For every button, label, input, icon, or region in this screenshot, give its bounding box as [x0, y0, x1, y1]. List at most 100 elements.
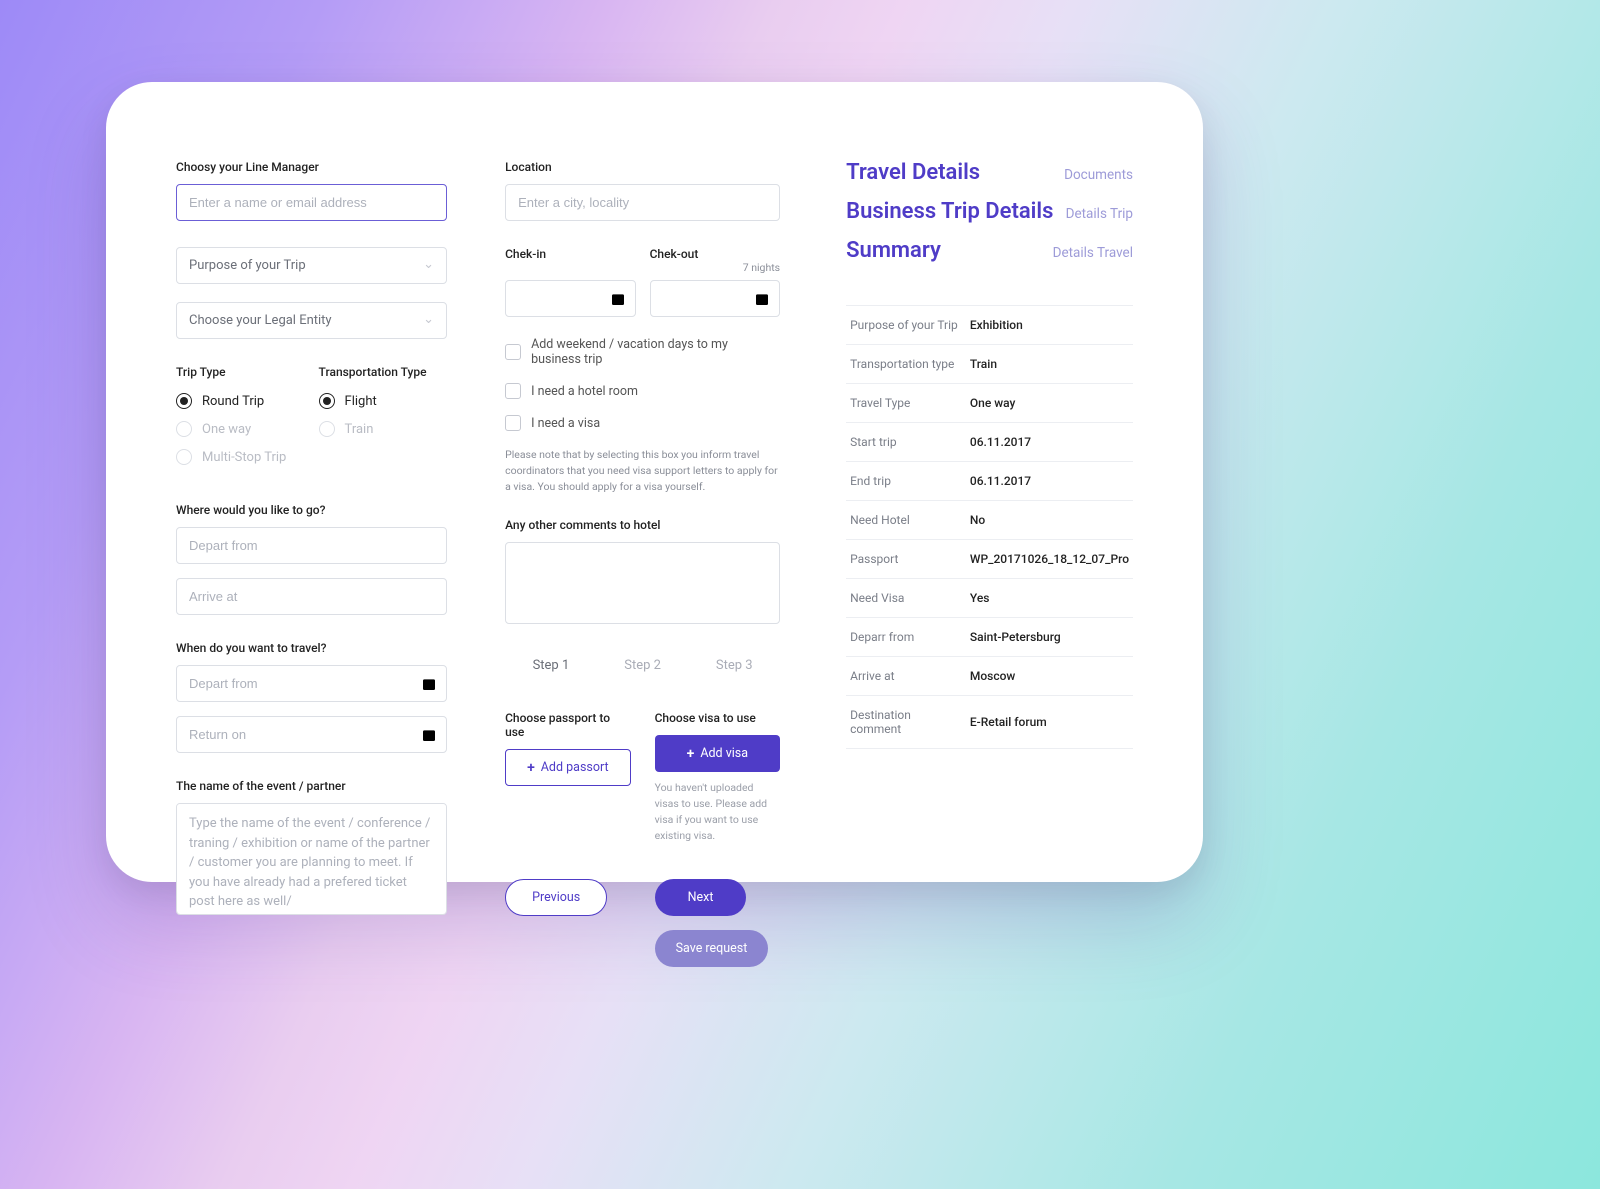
details-table: Purpose of your TripExhibitionTransporta…	[846, 305, 1133, 749]
return-date-input[interactable]	[176, 716, 447, 753]
details-value: Yes	[966, 579, 1133, 618]
nav-title-summary[interactable]: Summary	[846, 238, 941, 263]
legal-entity-select[interactable]: Choose your Legal Entity ⌄	[176, 302, 447, 339]
button-label: Previous	[532, 890, 580, 905]
details-key: Destination comment	[846, 696, 966, 749]
table-row: Start trip06.11.2017	[846, 423, 1133, 462]
column-summary: Travel Details Documents Business Trip D…	[846, 160, 1133, 834]
chevron-down-icon: ⌄	[423, 257, 434, 272]
checkin-label: Chek-in	[505, 247, 636, 261]
line-manager-input[interactable]	[176, 184, 447, 221]
purpose-select-value: Purpose of your Trip	[189, 258, 306, 273]
checkbox-visa[interactable]: I need a visa	[505, 415, 780, 431]
button-label: Add visa	[700, 746, 748, 761]
table-row: End trip06.11.2017	[846, 462, 1133, 501]
plus-icon: +	[687, 747, 695, 761]
nav-link-documents[interactable]: Documents	[1064, 167, 1133, 183]
button-label: Add passort	[541, 760, 609, 775]
details-key: Need Hotel	[846, 501, 966, 540]
step-1[interactable]: Step 1	[505, 658, 597, 683]
nights-text: 7 nights	[505, 261, 780, 274]
comments-textarea[interactable]	[505, 542, 780, 624]
nav-link-details-travel[interactable]: Details Travel	[1053, 245, 1133, 261]
checkbox-weekend[interactable]: Add weekend / vacation days to my busine…	[505, 337, 780, 367]
column-form-left: Choosy your Line Manager Purpose of your…	[176, 160, 447, 834]
details-key: Deparr from	[846, 618, 966, 657]
details-value: 06.11.2017	[966, 423, 1133, 462]
calendar-icon	[421, 727, 437, 743]
radio-multi-stop[interactable]: Multi-Stop Trip	[176, 449, 305, 465]
depart-date-input[interactable]	[176, 665, 447, 702]
event-label: The name of the event / partner	[176, 779, 447, 793]
checkout-label: Chek-out	[650, 247, 781, 261]
table-row: Travel TypeOne way	[846, 384, 1133, 423]
location-label: Location	[505, 160, 780, 174]
add-visa-button[interactable]: + Add visa	[655, 735, 781, 772]
details-value: Train	[966, 345, 1133, 384]
details-key: End trip	[846, 462, 966, 501]
details-value: WP_20171026_18_12_07_Pro	[966, 540, 1133, 579]
checkbox-box-icon	[505, 383, 521, 399]
radio-label: Multi-Stop Trip	[202, 450, 286, 465]
details-value: Saint-Petersburg	[966, 618, 1133, 657]
visa-note: Please note that by selecting this box y…	[505, 447, 780, 494]
button-label: Save request	[676, 941, 748, 956]
details-value: One way	[966, 384, 1133, 423]
button-label: Next	[688, 890, 714, 905]
table-row: Need VisaYes	[846, 579, 1133, 618]
save-request-button[interactable]: Save request	[655, 930, 769, 967]
table-row: PassportWP_20171026_18_12_07_Pro	[846, 540, 1133, 579]
depart-from-input[interactable]	[176, 527, 447, 564]
details-value: No	[966, 501, 1133, 540]
details-value: 06.11.2017	[966, 462, 1133, 501]
radio-round-trip[interactable]: Round Trip	[176, 393, 305, 409]
step-2[interactable]: Step 2	[597, 658, 689, 683]
step-3[interactable]: Step 3	[688, 658, 780, 683]
calendar-icon	[754, 291, 770, 307]
details-key: Arrive at	[846, 657, 966, 696]
details-key: Transportation type	[846, 345, 966, 384]
details-value: E-Retail forum	[966, 696, 1133, 749]
checkbox-label: I need a hotel room	[531, 384, 638, 399]
plus-icon: +	[527, 761, 535, 775]
chevron-down-icon: ⌄	[423, 312, 434, 327]
checkbox-hotel[interactable]: I need a hotel room	[505, 383, 780, 399]
details-value: Moscow	[966, 657, 1133, 696]
trip-type-label: Trip Type	[176, 365, 305, 379]
radio-dot-icon	[176, 393, 192, 409]
nav-title-business-trip[interactable]: Business Trip Details	[846, 199, 1053, 224]
transportation-type-label: Transportation Type	[319, 365, 448, 379]
checkbox-label: Add weekend / vacation days to my busine…	[531, 337, 780, 367]
details-key: Passport	[846, 540, 966, 579]
details-key: Need Visa	[846, 579, 966, 618]
line-manager-label: Choosy your Line Manager	[176, 160, 447, 174]
stepper: Step 1 Step 2 Step 3	[505, 658, 780, 683]
details-key: Purpose of your Trip	[846, 306, 966, 345]
table-row: Transportation typeTrain	[846, 345, 1133, 384]
checkbox-box-icon	[505, 344, 521, 360]
table-row: Destination commentE-Retail forum	[846, 696, 1133, 749]
table-row: Arrive atMoscow	[846, 657, 1133, 696]
next-button[interactable]: Next	[655, 879, 747, 916]
transportation-type-group: Transportation Type Flight Train	[319, 365, 448, 477]
nav-link-details-trip[interactable]: Details Trip	[1066, 206, 1133, 222]
location-input[interactable]	[505, 184, 780, 221]
radio-label: One way	[202, 422, 251, 437]
nav-title-travel-details[interactable]: Travel Details	[846, 160, 980, 185]
details-key: Start trip	[846, 423, 966, 462]
add-passport-button[interactable]: + Add passort	[505, 749, 631, 786]
details-value: Exhibition	[966, 306, 1133, 345]
arrive-at-input[interactable]	[176, 578, 447, 615]
radio-dot-icon	[319, 421, 335, 437]
radio-one-way[interactable]: One way	[176, 421, 305, 437]
event-textarea[interactable]	[176, 803, 447, 915]
previous-button[interactable]: Previous	[505, 879, 607, 916]
when-label: When do you want to travel?	[176, 641, 447, 655]
column-form-middle: Location Chek-in Chek-out 7 nights	[505, 160, 780, 834]
calendar-icon	[421, 676, 437, 692]
purpose-select[interactable]: Purpose of your Trip ⌄	[176, 247, 447, 284]
radio-flight[interactable]: Flight	[319, 393, 448, 409]
visa-hint: You haven't uploaded visas to use. Pleas…	[655, 780, 781, 843]
radio-label: Train	[345, 422, 374, 437]
radio-train[interactable]: Train	[319, 421, 448, 437]
